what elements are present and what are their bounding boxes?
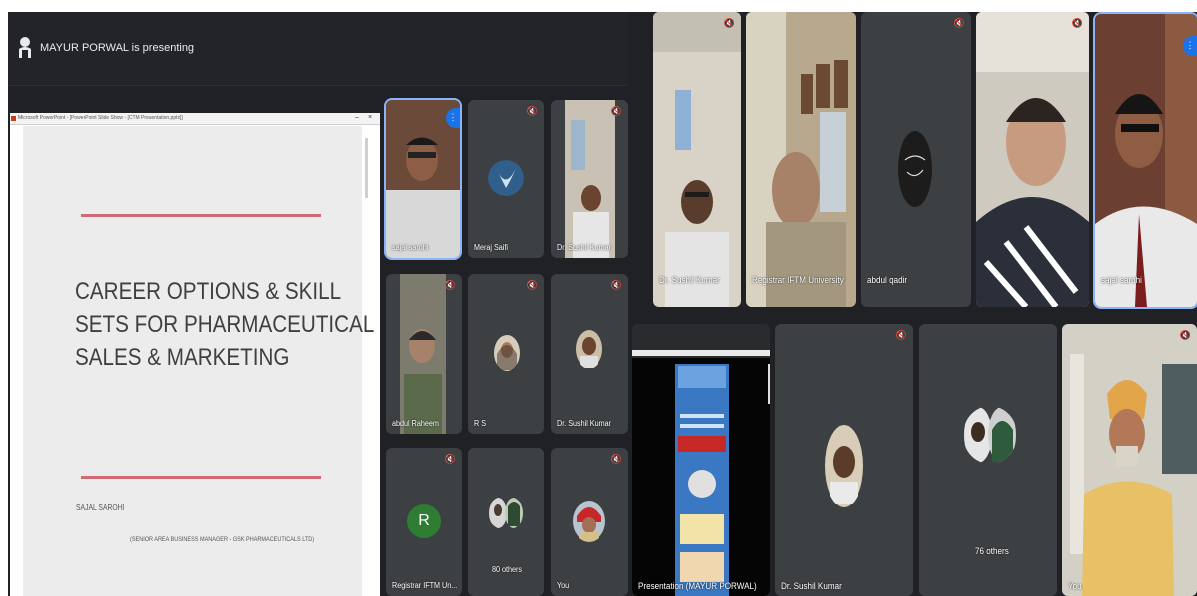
avatar: R	[407, 504, 441, 538]
close-button[interactable]: ×	[368, 114, 372, 121]
participant-video	[565, 100, 615, 258]
slide-title-line: CAREER OPTIONS & SKILL	[75, 278, 342, 305]
participant-tile[interactable]: Registrar IFTM University	[746, 12, 856, 307]
mic-off-icon: 🔇	[610, 280, 622, 290]
mic-off-icon: 🔇	[1179, 330, 1191, 340]
mic-off-icon: 🔇	[953, 18, 965, 28]
participant-video	[1095, 14, 1197, 307]
presentation-topbar: MAYUR PORWAL is presenting	[8, 12, 628, 86]
mic-off-icon: 🔇	[895, 330, 907, 340]
slide-author: SAJAL SAROHI	[76, 503, 125, 512]
participant-name: You	[1068, 581, 1082, 591]
participant-name: Dr. Sushil Kumar	[557, 243, 612, 252]
participant-name: 76 others	[975, 546, 1009, 556]
powerpoint-icon	[11, 116, 16, 121]
participant-name: sajal sarohi	[392, 243, 429, 252]
participant-name: Registrar IFTM Un...	[392, 581, 458, 590]
avatar	[898, 131, 932, 207]
more-options-icon[interactable]: ⋮	[1183, 36, 1197, 56]
participant-name: Registrar IFTM University	[752, 275, 844, 285]
mic-off-icon: 🔇	[444, 280, 456, 290]
slide-title-line: SALES & MARKETING	[75, 344, 290, 371]
participant-tile[interactable]: Presentation (MAYUR PORWAL)	[632, 324, 770, 596]
avatar	[825, 425, 863, 507]
window-titlebar: Microsoft PowerPoint - [PowerPoint Slide…	[10, 113, 380, 125]
mic-off-icon: 🔇	[526, 106, 538, 116]
participant-name: 80 others	[492, 565, 523, 574]
participant-tile[interactable]: 🔇 Meraj Saifi	[468, 100, 544, 258]
participant-tile[interactable]: 🔇	[976, 12, 1089, 307]
participant-name: Dr. Sushil Kumar	[781, 581, 842, 591]
participant-tile[interactable]: 🔇 You	[551, 448, 628, 596]
presentation-preview	[632, 324, 770, 596]
more-options-icon[interactable]: ⋮	[446, 108, 460, 128]
participant-name: Presentation (MAYUR PORWAL)	[638, 581, 757, 591]
participant-tile[interactable]: sajal sarohi ⋮	[384, 98, 462, 260]
window-title: Microsoft PowerPoint - [PowerPoint Slide…	[18, 115, 183, 121]
participant-name: You	[557, 581, 570, 590]
participant-video	[976, 12, 1089, 307]
participant-name: Dr. Sushil Kumar	[659, 275, 720, 285]
participant-tile[interactable]: 76 others	[919, 324, 1057, 596]
mic-off-icon: 🔇	[526, 280, 538, 290]
participant-video	[1062, 324, 1197, 596]
slide-title-line: SETS FOR PHARMACEUTICAL	[75, 311, 375, 338]
participant-name: abdul Raheem	[392, 419, 439, 428]
participant-name: Dr. Sushil Kumar	[557, 419, 612, 428]
mic-off-icon: 🔇	[444, 454, 456, 464]
participant-video	[653, 12, 741, 307]
participant-name: sajal sarohi	[1101, 275, 1142, 285]
avatar	[489, 498, 523, 528]
participant-tile[interactable]: ⋮ sajal sarohi	[1093, 12, 1197, 309]
mic-off-icon: 🔇	[610, 454, 622, 464]
participant-tile[interactable]: 🔇 Dr. Sushil Kumar	[551, 274, 628, 434]
slide-top-rule	[81, 214, 321, 217]
avatar	[573, 501, 605, 542]
minimize-button[interactable]: –	[355, 114, 359, 121]
participant-tile[interactable]: 🔇 Dr. Sushil Kumar	[775, 324, 913, 596]
avatar	[576, 330, 602, 368]
person-icon	[19, 37, 31, 58]
mic-off-icon: 🔇	[723, 18, 735, 28]
slide-bottom-rule	[81, 476, 321, 479]
participant-name: R S	[474, 419, 487, 428]
shared-screen[interactable]: Microsoft PowerPoint - [PowerPoint Slide…	[10, 113, 380, 596]
meet-screenshot-right: 🔇 Dr. Sushil Kumar Registrar IFTM Univer…	[628, 12, 1197, 596]
mic-off-icon: 🔇	[610, 106, 622, 116]
avatar	[488, 160, 524, 196]
participant-name: Meraj Saifi	[474, 243, 509, 252]
presenting-banner: MAYUR PORWAL is presenting	[40, 42, 195, 54]
slide: CAREER OPTIONS & SKILL SETS FOR PHARMACE…	[23, 126, 375, 596]
participant-tile[interactable]: 🔇 R S	[468, 274, 544, 434]
slide-subtitle: (SENIOR AREA BUSINESS MANAGER - GSK PHAR…	[130, 536, 315, 543]
participant-video	[746, 12, 856, 307]
participant-tile[interactable]: 🔇 Dr. Sushil Kumar	[653, 12, 741, 307]
participant-tile[interactable]: 🔇 You	[1062, 324, 1197, 596]
mic-off-icon: 🔇	[1071, 18, 1083, 28]
participant-name: abdul qadir	[867, 275, 908, 285]
participant-tile[interactable]: 🔇 R Registrar IFTM Un...	[386, 448, 462, 596]
avatar	[494, 335, 520, 371]
participant-tile[interactable]: 🔇 Dr. Sushil Kumar	[551, 100, 628, 258]
participant-tile[interactable]: 80 others	[468, 448, 544, 596]
avatar	[964, 407, 1016, 463]
slide-title: CAREER OPTIONS & SKILL SETS FOR PHARMACE…	[75, 275, 375, 374]
meet-screenshot-left: MAYUR PORWAL is presenting Microsoft Pow…	[8, 12, 628, 596]
participant-tile[interactable]: 🔇 abdul qadir	[861, 12, 971, 307]
participant-tile[interactable]: 🔇 abdul Raheem	[386, 274, 462, 434]
participant-video	[400, 274, 446, 434]
scrollbar[interactable]	[365, 138, 368, 198]
